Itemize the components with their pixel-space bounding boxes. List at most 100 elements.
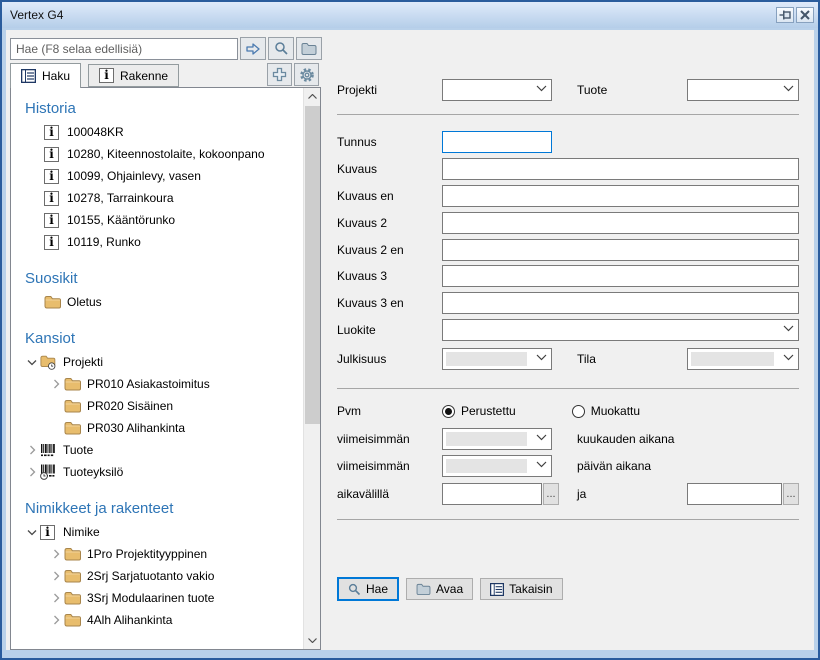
chevron-collapsed-icon[interactable] — [48, 546, 64, 562]
tree-item[interactable]: Projekti — [11, 351, 303, 373]
chevron-spacer — [48, 398, 64, 414]
date-from-browse-button[interactable]: ... — [543, 483, 559, 505]
chevron-expanded-icon[interactable] — [24, 354, 40, 370]
folder-icon — [64, 612, 82, 628]
add-tab-button[interactable] — [267, 63, 292, 86]
barcode-icon — [40, 442, 58, 458]
chevron-expanded-icon[interactable] — [24, 524, 40, 540]
folder-icon — [64, 398, 82, 414]
close-icon — [800, 10, 810, 20]
pin-button[interactable] — [776, 7, 794, 23]
radio-perustettu[interactable] — [442, 405, 455, 418]
folder-icon — [44, 294, 62, 310]
gear-icon — [299, 67, 315, 83]
tab-haku[interactable]: Haku — [10, 63, 81, 88]
tila-combobox[interactable] — [687, 348, 799, 370]
radio-muokattu[interactable] — [572, 405, 585, 418]
month-count-combobox[interactable] — [442, 428, 552, 450]
combo-empty-fill — [446, 432, 527, 446]
search-button[interactable] — [268, 37, 294, 60]
tree-item[interactable]: i10099, Ohjainlevy, vasen — [11, 165, 303, 187]
folder-icon — [64, 590, 82, 606]
chevron-collapsed-icon[interactable] — [48, 568, 64, 584]
tree-item[interactable]: i10119, Runko — [11, 231, 303, 253]
kuvaus2-row: Kuvaus 2 — [337, 212, 799, 234]
takaisin-button-label: Takaisin — [509, 582, 552, 596]
tree-item[interactable]: PR020 Sisäinen — [11, 395, 303, 417]
tree-item[interactable]: Tuote — [11, 439, 303, 461]
separator — [337, 519, 799, 520]
kuvaus-input[interactable] — [442, 158, 799, 180]
date-to-input[interactable] — [687, 483, 782, 505]
go-button[interactable] — [240, 37, 266, 60]
tree-item[interactable]: i100048KR — [11, 121, 303, 143]
chevron-down-icon — [536, 461, 547, 468]
tree-item[interactable]: PR030 Alihankinta — [11, 417, 303, 439]
date-to-browse-button[interactable]: ... — [783, 483, 799, 505]
tunnus-input[interactable] — [442, 131, 552, 153]
pvm-label: Pvm — [337, 404, 442, 418]
chevron-collapsed-icon[interactable] — [48, 590, 64, 606]
search-icon — [274, 41, 289, 56]
info-item-icon: i — [44, 212, 62, 228]
kuvaus3-label: Kuvaus 3 — [337, 269, 442, 283]
kuvaus2-en-input[interactable] — [442, 239, 799, 261]
folder-icon — [64, 568, 82, 584]
tree-section-heading: Kansiot — [11, 326, 303, 351]
julkisuus-combobox[interactable] — [442, 348, 552, 370]
tree-item-label: 1Pro Projektityyppinen — [87, 547, 207, 561]
action-buttons: Hae Avaa Takaisin — [337, 577, 563, 601]
titlebar[interactable]: Vertex G4 — [2, 2, 818, 28]
tree-scrollbar[interactable] — [303, 88, 320, 649]
scrollbar-thumb[interactable] — [305, 106, 320, 424]
tree-item[interactable]: i10155, Kääntörunko — [11, 209, 303, 231]
chevron-collapsed-icon[interactable] — [48, 612, 64, 628]
tree-item[interactable]: 4Alh Alihankinta — [11, 609, 303, 631]
info-icon: i — [99, 68, 114, 83]
kuvaus-en-input[interactable] — [442, 185, 799, 207]
projekti-combobox[interactable] — [442, 79, 552, 101]
date-from-input[interactable] — [442, 483, 542, 505]
tuote-combobox[interactable] — [687, 79, 799, 101]
scroll-up-icon[interactable] — [304, 88, 321, 105]
kuvaus3-en-row: Kuvaus 3 en — [337, 292, 799, 314]
settings-button[interactable] — [294, 63, 319, 86]
tree-item[interactable]: 2Srj Sarjatuotanto vakio — [11, 565, 303, 587]
open-folder-button[interactable] — [296, 37, 322, 60]
day-count-combobox[interactable] — [442, 455, 552, 477]
search-input[interactable] — [10, 38, 238, 60]
kuvaus3-input[interactable] — [442, 265, 799, 287]
takaisin-button[interactable]: Takaisin — [480, 578, 562, 600]
search-icon — [348, 583, 361, 596]
tree-section-heading: Suosikit — [11, 266, 303, 291]
tree-item[interactable]: Oletus — [11, 291, 303, 313]
chevron-down-icon — [536, 85, 547, 92]
form-list-icon — [490, 583, 504, 596]
chevron-collapsed-icon[interactable] — [24, 464, 40, 480]
julkisuus-label: Julkisuus — [337, 352, 442, 366]
luokite-combobox[interactable] — [442, 319, 799, 341]
tree-item[interactable]: iNimike — [11, 521, 303, 543]
chevron-collapsed-icon[interactable] — [48, 376, 64, 392]
tab-rakenne[interactable]: i Rakenne — [88, 64, 179, 87]
folder-icon — [64, 376, 82, 392]
scroll-down-icon[interactable] — [304, 632, 321, 649]
combo-empty-fill — [691, 352, 774, 366]
avaa-button[interactable]: Avaa — [406, 578, 473, 600]
plus-icon — [272, 67, 287, 82]
chevron-collapsed-icon[interactable] — [24, 442, 40, 458]
viimeisimman-day-row: viimeisimmän päivän aikana — [337, 455, 799, 477]
kuvaus3-en-input[interactable] — [442, 292, 799, 314]
tree-item[interactable]: PR010 Asiakastoimitus — [11, 373, 303, 395]
tree-item[interactable]: 1Pro Projektityyppinen — [11, 543, 303, 565]
tree-item[interactable]: 3Srj Modulaarinen tuote — [11, 587, 303, 609]
close-button[interactable] — [796, 7, 814, 23]
tree-item[interactable]: i10278, Tarrainkoura — [11, 187, 303, 209]
tree-item[interactable]: Tuoteyksilö — [11, 461, 303, 483]
hae-button[interactable]: Hae — [337, 577, 399, 601]
tree-item[interactable]: i10280, Kiteennostolaite, kokoonpano — [11, 143, 303, 165]
barcode-clock-icon — [40, 464, 58, 480]
tree-item-label: 10099, Ohjainlevy, vasen — [67, 169, 201, 183]
kuvaus-label: Kuvaus — [337, 162, 442, 176]
kuvaus2-input[interactable] — [442, 212, 799, 234]
